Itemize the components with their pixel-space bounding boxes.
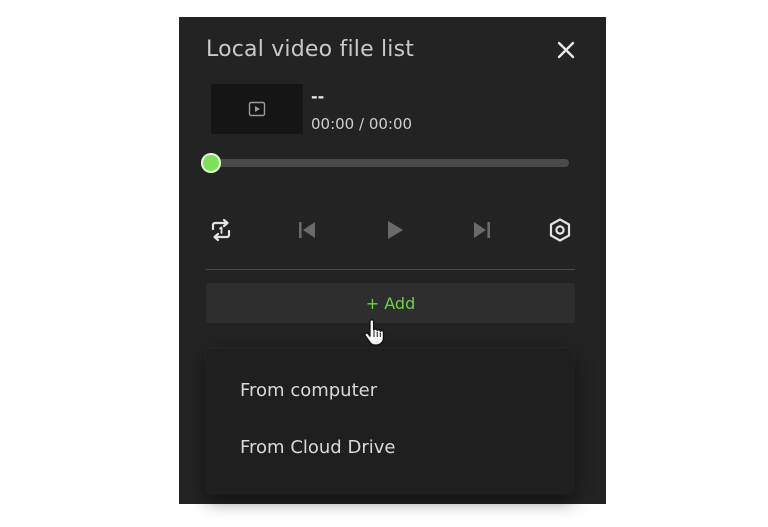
repeat-button[interactable] — [206, 215, 236, 245]
close-button[interactable] — [554, 38, 578, 62]
skip-next-icon — [474, 222, 490, 238]
play-icon — [388, 221, 403, 239]
playback-controls — [179, 215, 606, 245]
menu-item-from-computer[interactable]: From computer — [240, 380, 377, 401]
seek-bar[interactable] — [201, 153, 569, 173]
repeat-one-icon — [211, 218, 231, 242]
panel-title: Local video file list — [206, 37, 415, 62]
close-icon — [557, 41, 575, 59]
previous-button[interactable] — [292, 215, 322, 245]
seek-handle[interactable] — [201, 153, 221, 173]
screen: Local video file list -- 00:00 / 00:00 +… — [0, 0, 768, 527]
video-list-panel: Local video file list -- 00:00 / 00:00 +… — [179, 17, 606, 504]
menu-item-from-cloud-drive[interactable]: From Cloud Drive — [240, 437, 395, 458]
video-thumbnail[interactable] — [211, 84, 303, 134]
next-button[interactable] — [467, 215, 497, 245]
settings-button[interactable] — [545, 215, 575, 245]
divider — [206, 269, 575, 270]
skip-previous-icon — [299, 222, 315, 238]
video-file-icon — [248, 101, 266, 117]
add-button[interactable]: + Add — [206, 283, 575, 323]
hand-pointer-icon — [364, 319, 385, 346]
play-button[interactable] — [379, 215, 409, 245]
add-source-menu: From computer From Cloud Drive — [206, 348, 574, 494]
media-time: 00:00 / 00:00 — [311, 115, 413, 133]
media-title: -- — [311, 87, 325, 106]
settings-icon — [549, 218, 571, 242]
